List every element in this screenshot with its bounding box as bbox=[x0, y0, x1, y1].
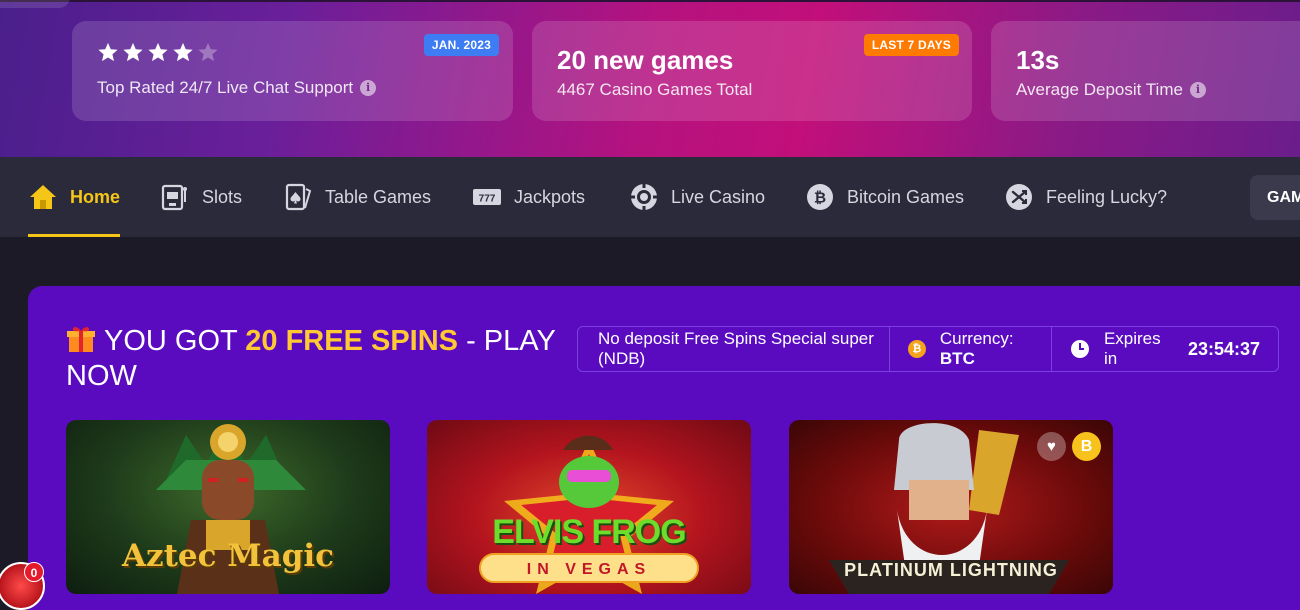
category-nav: Home Slots Table Games 777 Jackpots Live… bbox=[0, 157, 1300, 237]
nav-item-feeling-lucky[interactable]: Feeling Lucky? bbox=[1004, 157, 1167, 237]
stat-subtitle-row: 4467 Casino Games Total bbox=[557, 80, 752, 100]
rating-stars bbox=[97, 41, 219, 63]
clock-icon bbox=[1070, 340, 1089, 358]
currency-label: Currency: bbox=[939, 329, 1014, 348]
nav-label: Jackpots bbox=[514, 186, 586, 207]
header-pill[interactable] bbox=[0, 0, 70, 8]
stat-subtitle: Average Deposit Time bbox=[1016, 80, 1183, 99]
promo-title: YOU GOT 20 FREE SPINS - PLAY NOW bbox=[66, 324, 586, 394]
date-badge: JAN. 2023 bbox=[423, 34, 499, 56]
star-icon bbox=[98, 42, 118, 62]
777-icon: 777 bbox=[472, 182, 502, 212]
stats-banner: JAN. 2023 Top Rated 24/7 Live Chat Suppo… bbox=[0, 0, 1300, 157]
stat-subtitle: Top Rated 24/7 Live Chat Support bbox=[97, 78, 354, 97]
star-empty-icon bbox=[198, 42, 218, 62]
game-card-platinum-lightning[interactable]: ♥ B PLATINUM LIGHTNING bbox=[789, 420, 1113, 594]
house-icon bbox=[28, 182, 58, 212]
stat-title: 13s bbox=[1016, 45, 1060, 75]
game-title: Aztec Magic bbox=[121, 538, 335, 574]
info-icon[interactable]: i bbox=[1189, 82, 1206, 98]
bitcoin-icon: ₿ bbox=[805, 182, 835, 212]
bitcoin-badge-icon: B bbox=[1072, 432, 1101, 461]
game-title: PLATINUM LIGHTNING bbox=[844, 560, 1058, 580]
nav-item-bitcoin-games[interactable]: ₿ Bitcoin Games bbox=[805, 157, 964, 237]
game-title: ELVIS FROG bbox=[492, 513, 686, 551]
top-divider bbox=[0, 0, 1300, 2]
nav-item-table-games[interactable]: Table Games bbox=[283, 157, 431, 237]
stat-subtitle-row: Average Deposit Time i bbox=[1016, 80, 1206, 100]
stat-card-new-games: 20 new games LAST 7 DAYS 4467 Casino Gam… bbox=[532, 21, 972, 121]
slot-machine-icon bbox=[160, 182, 190, 212]
heart-icon[interactable]: ♥ bbox=[1037, 432, 1066, 461]
game-card-aztec-magic[interactable]: Aztec Magic bbox=[66, 420, 390, 594]
stat-subtitle-row: Top Rated 24/7 Live Chat Support i bbox=[97, 78, 377, 98]
star-icon bbox=[148, 42, 168, 62]
game-card-elvis-frog[interactable]: ELVIS FROG IN VEGAS bbox=[427, 420, 751, 594]
promo-title-highlight: 20 FREE SPINS bbox=[245, 325, 459, 357]
countdown-timer: 23:54:37 bbox=[1187, 339, 1260, 359]
nav-label: Live Casino bbox=[671, 186, 766, 207]
card-actions: ♥ B bbox=[1037, 432, 1101, 461]
games-button[interactable]: GAM bbox=[1250, 175, 1300, 220]
nav-label: Bitcoin Games bbox=[847, 186, 965, 207]
currency-cell: ₿ Currency: BTC bbox=[890, 327, 1052, 371]
free-spins-panel: YOU GOT 20 FREE SPINS - PLAY NOW No depo… bbox=[28, 286, 1300, 610]
bonus-name: No deposit Free Spins Special super (NDB… bbox=[578, 327, 890, 371]
svg-text:₿: ₿ bbox=[814, 190, 826, 207]
info-icon[interactable]: i bbox=[360, 80, 377, 96]
bonus-info-strip: No deposit Free Spins Special super (NDB… bbox=[577, 326, 1279, 372]
stat-card-rating: JAN. 2023 Top Rated 24/7 Live Chat Suppo… bbox=[72, 21, 513, 121]
notification-count-badge: 0 bbox=[24, 562, 44, 582]
star-icon bbox=[173, 42, 193, 62]
nav-label: Feeling Lucky? bbox=[1046, 186, 1168, 207]
period-badge: LAST 7 DAYS bbox=[863, 34, 959, 56]
playing-card-icon bbox=[283, 182, 313, 212]
star-icon bbox=[123, 42, 143, 62]
shuffle-icon bbox=[1004, 182, 1034, 212]
chip-icon bbox=[629, 182, 659, 212]
nav-label: Home bbox=[70, 186, 121, 207]
expiry-cell: Expires in 23:54:37 bbox=[1052, 327, 1278, 371]
stat-title: 20 new games bbox=[557, 45, 734, 75]
nav-item-home[interactable]: Home bbox=[28, 157, 121, 237]
nav-label: Table Games bbox=[325, 186, 432, 207]
game-subtitle: IN VEGAS bbox=[479, 553, 699, 583]
svg-text:777: 777 bbox=[479, 194, 496, 205]
currency-value: BTC bbox=[939, 349, 975, 368]
nav-item-jackpots[interactable]: 777 Jackpots bbox=[472, 157, 585, 237]
stat-subtitle: 4467 Casino Games Total bbox=[557, 80, 753, 99]
expires-label: Expires in bbox=[1103, 329, 1161, 368]
promo-title-prefix: YOU GOT bbox=[104, 325, 238, 357]
currency-text: Currency: BTC bbox=[940, 329, 1014, 369]
bitcoin-coin-icon: ₿ bbox=[907, 340, 926, 358]
stat-card-deposit-time: 13s Average Deposit Time i bbox=[991, 21, 1300, 121]
nav-item-live-casino[interactable]: Live Casino bbox=[629, 157, 765, 237]
nav-item-slots[interactable]: Slots bbox=[160, 157, 242, 237]
nav-label: Slots bbox=[202, 186, 243, 207]
gift-icon bbox=[67, 327, 95, 352]
